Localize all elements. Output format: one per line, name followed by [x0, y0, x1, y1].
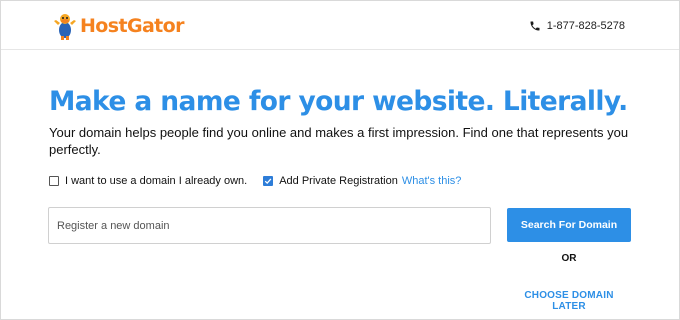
page-description: Your domain helps people find you online… [49, 125, 629, 157]
phone-icon [530, 21, 540, 31]
private-registration-checkbox[interactable] [263, 176, 274, 186]
brand-logo[interactable]: HostGator [53, 11, 184, 41]
header: HostGator 1-877-828-5278 [1, 1, 679, 50]
private-registration-label: Add Private Registration [279, 175, 398, 187]
use-own-domain-option[interactable]: I want to use a domain I already own. [49, 175, 247, 187]
search-for-domain-button[interactable]: Search For Domain [507, 208, 631, 242]
brand-name: HostGator [80, 15, 184, 37]
domain-options: I want to use a domain I already own. Ad… [49, 175, 461, 187]
private-registration-option[interactable]: Add Private Registration What's this? [263, 175, 461, 187]
choose-domain-later-link[interactable]: CHOOSE DOMAIN LATER [507, 290, 631, 312]
checkmark-icon [264, 178, 272, 185]
use-own-domain-label: I want to use a domain I already own. [65, 175, 248, 187]
whats-this-link[interactable]: What's this? [402, 175, 462, 187]
gator-mascot-icon [54, 14, 76, 40]
use-own-domain-checkbox[interactable] [49, 176, 59, 186]
phone-contact[interactable]: 1-877-828-5278 [529, 20, 625, 32]
page-title: Make a name for your website. Literally. [49, 86, 628, 117]
phone-number: 1-877-828-5278 [546, 20, 625, 32]
or-divider: OR [561, 253, 577, 264]
domain-search-input[interactable] [48, 207, 491, 244]
